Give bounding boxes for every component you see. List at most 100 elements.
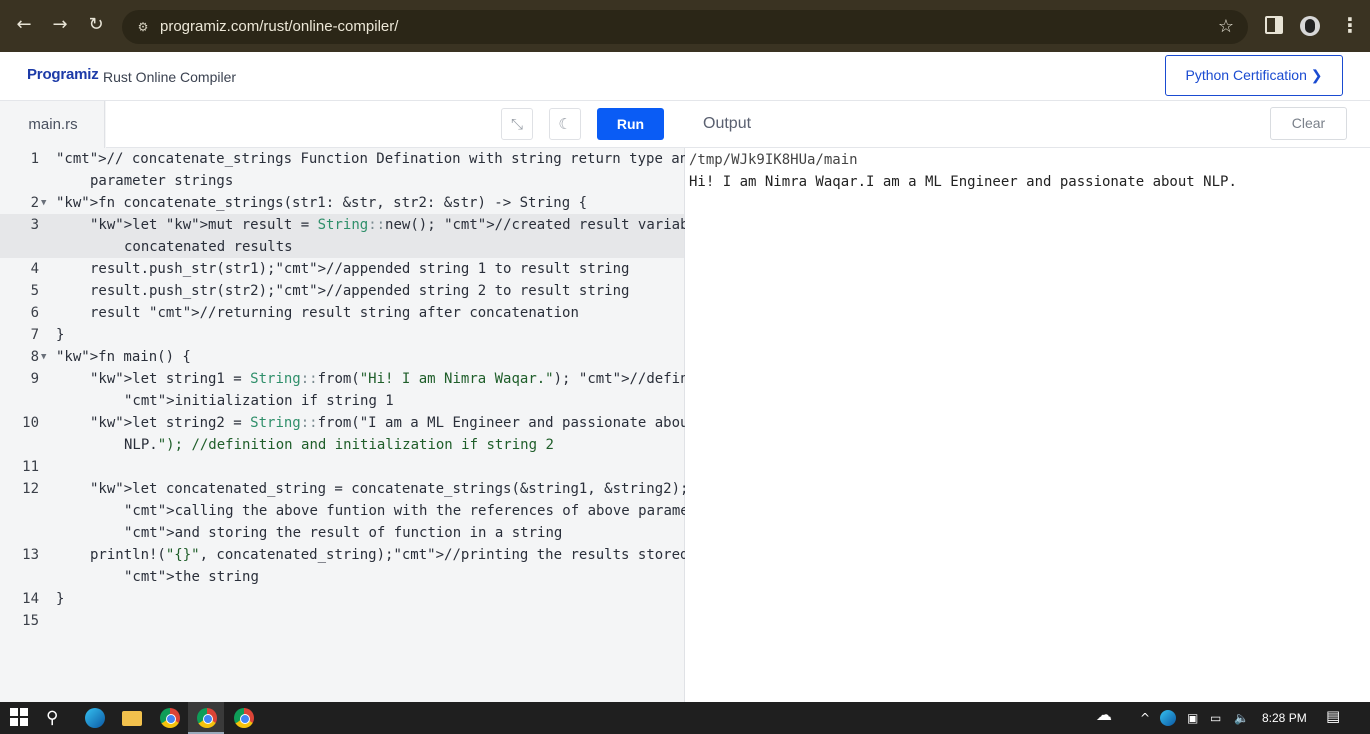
code-line[interactable]: 10 "kw">let string2 = String::from("I am … (0, 412, 697, 434)
code-line[interactable]: 3 "kw">let "kw">mut result = String::new(… (0, 214, 773, 236)
code-text-continued: "cmt">and storing the result of function… (124, 525, 563, 541)
code-line[interactable]: 6 result "cmt">//returning result string … (0, 302, 684, 324)
bookmark-star-icon[interactable]: ☆ (1218, 16, 1234, 37)
line-number: 14 (22, 591, 39, 607)
code-line[interactable]: 15 (0, 610, 684, 632)
line-number: 13 (22, 547, 39, 563)
code-text: "kw">let "kw">mut result = String::new()… (90, 217, 773, 233)
fullscreen-exit-icon[interactable]: ⤡ (501, 108, 533, 140)
volume-icon[interactable]: 🔈 (1234, 710, 1249, 726)
address-bar[interactable]: ⚙ programiz.com/rust/online-compiler/ ☆ (122, 10, 1248, 44)
url-text[interactable]: programiz.com/rust/online-compiler/ (160, 18, 398, 36)
line-number: 9 (30, 371, 39, 387)
python-certification-button[interactable]: Python Certification ❯ (1165, 55, 1343, 96)
meet-icon[interactable]: ▣ (1187, 710, 1198, 726)
browser-toolbar: ← → ↻ ⚙ programiz.com/rust/online-compil… (0, 0, 1370, 52)
line-number: 1 (30, 151, 39, 167)
windows-taskbar: ⚲ ☁ ^ ▣ ▭ 🔈 8:28 PM ▤ (0, 702, 1370, 734)
code-line-wrapped[interactable]: "cmt">and storing the result of function… (0, 522, 684, 544)
output-pane: Output Clear /tmp/WJk9IK8HUa/main Hi! I … (685, 101, 1370, 702)
code-editor[interactable]: 1 "cmt">// concatenate_strings Function D… (0, 148, 773, 702)
edge-tray-icon[interactable] (1160, 710, 1176, 726)
output-result: Hi! I am Nimra Waqar.I am a ML Engineer … (689, 174, 1237, 190)
code-text: "kw">fn concatenate_strings(str1: &str, … (56, 195, 588, 211)
file-tab-main-rs[interactable]: main.rs (2, 101, 105, 148)
output-path: /tmp/WJk9IK8HUa/main (689, 152, 858, 168)
code-line[interactable]: 14} (0, 588, 684, 610)
code-text: "kw">let string1 = String::from("Hi! I a… (90, 371, 764, 387)
code-line-wrapped[interactable]: "cmt">calling the above funtion with the… (0, 500, 722, 522)
chevron-up-icon[interactable]: ^ (1140, 710, 1150, 726)
line-number: 3 (30, 217, 39, 233)
line-number: 2 (30, 195, 39, 211)
site-settings-icon[interactable]: ⚙ (134, 18, 152, 36)
code-line[interactable]: 12 "kw">let concatenated_string = concate… (0, 478, 756, 500)
notifications-icon[interactable]: ▤ (1326, 708, 1340, 724)
forward-icon[interactable]: → (48, 13, 72, 37)
code-line-wrapped[interactable]: "cmt">the string (0, 566, 684, 588)
code-line-wrapped[interactable]: parameter strings (0, 170, 684, 192)
page-title: Rust Online Compiler (103, 69, 237, 85)
code-line[interactable]: 9 "kw">let string1 = String::from("Hi! I … (0, 368, 765, 390)
code-line-wrapped[interactable]: "cmt">initialization if string 1 (0, 390, 684, 412)
line-number: 10 (22, 415, 39, 431)
code-line-wrapped[interactable]: concatenated results (0, 236, 684, 258)
line-number: 8 (30, 349, 39, 365)
editor-toolbar: main.rs ⤡ ☾ Run (0, 101, 685, 148)
menu-icon[interactable]: ⋮ (1340, 13, 1360, 37)
battery-icon[interactable]: ▭ (1210, 710, 1221, 726)
file-explorer-icon[interactable] (122, 711, 142, 726)
line-number: 15 (22, 613, 39, 629)
chrome-icon[interactable] (197, 708, 217, 728)
site-header: Programiz Rust Online Compiler Python Ce… (0, 52, 1370, 101)
code-line[interactable]: 7} (0, 324, 684, 346)
side-panel-icon[interactable] (1265, 16, 1283, 34)
code-text: result "cmt">//returning result string a… (90, 305, 579, 321)
code-line[interactable]: 2 ▼ "kw">fn concatenate_strings(str1: &str… (0, 192, 684, 214)
code-line[interactable]: 8 ▼ "kw">fn main() { (0, 346, 684, 368)
code-text: "cmt">// concatenate_strings Function De… (56, 151, 714, 167)
code-line[interactable]: 13 println!("{}", concatenated_string);"c… (0, 544, 714, 566)
output-title: Output (703, 115, 752, 132)
fold-arrow-icon[interactable]: ▼ (41, 192, 46, 214)
code-text: "kw">let string2 = String::from("I am a … (90, 415, 697, 431)
code-line[interactable]: 1 "cmt">// concatenate_strings Function D… (0, 148, 714, 170)
clock[interactable]: 8:28 PM (1262, 711, 1307, 725)
code-text: result.push_str(str2);"cmt">//appended s… (90, 283, 630, 299)
profile-icon[interactable] (1300, 16, 1320, 36)
code-text: } (56, 327, 65, 343)
code-text: } (56, 591, 65, 607)
code-text: result.push_str(str1);"cmt">//appended s… (90, 261, 630, 277)
code-text: println!("{}", concatenated_string);"cmt… (90, 547, 714, 563)
windows-start-icon[interactable] (10, 708, 30, 728)
programiz-logo[interactable]: Programiz (27, 66, 99, 83)
dark-mode-icon[interactable]: ☾ (549, 108, 581, 140)
code-text-continued: concatenated results (124, 239, 293, 255)
code-text: "kw">let concatenated_string = concatena… (90, 481, 756, 497)
code-line[interactable]: 5 result.push_str(str2);"cmt">//appended … (0, 280, 684, 302)
chrome-alt-icon[interactable] (234, 708, 254, 728)
code-text-continued: NLP."); //definition and initialization … (124, 437, 554, 453)
search-icon[interactable]: ⚲ (46, 708, 66, 728)
line-number: 7 (30, 327, 39, 343)
code-text: "kw">fn main() { (56, 349, 191, 365)
run-button[interactable]: Run (597, 108, 664, 140)
edge-icon[interactable] (85, 708, 105, 728)
line-number: 12 (22, 481, 39, 497)
code-text-continued: "cmt">the string (124, 569, 259, 585)
fold-arrow-icon[interactable]: ▼ (41, 346, 46, 368)
back-icon[interactable]: ← (12, 13, 36, 37)
code-text-continued: "cmt">calling the above funtion with the… (124, 503, 723, 519)
line-number: 11 (22, 459, 39, 475)
reload-icon[interactable]: ↻ (84, 13, 108, 37)
code-line[interactable]: 11 (0, 456, 684, 478)
editor-pane: main.rs ⤡ ☾ Run 1 "cmt">// concatenate_st… (0, 101, 773, 702)
weather-icon[interactable]: ☁ (1096, 707, 1112, 723)
chrome-profile-icon[interactable] (160, 708, 180, 728)
clear-button[interactable]: Clear (1270, 107, 1347, 140)
code-line-wrapped[interactable]: NLP."); //definition and initialization … (0, 434, 684, 456)
line-number: 5 (30, 283, 39, 299)
code-line[interactable]: 4 result.push_str(str1);"cmt">//appended … (0, 258, 684, 280)
code-text-continued: "cmt">initialization if string 1 (124, 393, 394, 409)
code-text-continued: parameter strings (90, 173, 234, 189)
